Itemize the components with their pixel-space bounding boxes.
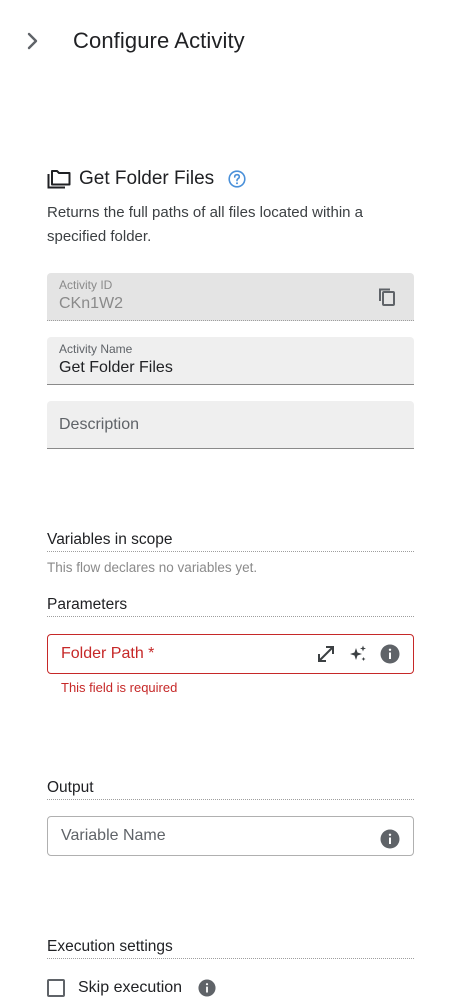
info-icon[interactable] bbox=[379, 643, 401, 665]
skip-execution-checkbox[interactable] bbox=[47, 979, 65, 997]
description-field[interactable]: Description bbox=[47, 401, 414, 449]
info-icon[interactable] bbox=[198, 978, 218, 998]
description-placeholder[interactable]: Description bbox=[59, 416, 139, 434]
folder-path-field[interactable]: Folder Path * bbox=[47, 634, 414, 674]
chevron-right-icon[interactable] bbox=[22, 30, 44, 52]
variables-hint: This flow declares no variables yet. bbox=[47, 560, 258, 575]
activity-name-value[interactable]: Get Folder Files bbox=[59, 359, 173, 377]
variable-name-field[interactable]: Variable Name bbox=[47, 816, 414, 856]
info-icon[interactable] bbox=[379, 828, 401, 850]
activity-id-field: Activity ID CKn1W2 bbox=[47, 273, 414, 321]
sparkle-icon[interactable] bbox=[347, 643, 369, 665]
activity-name-field[interactable]: Activity Name Get Folder Files bbox=[47, 337, 414, 385]
variables-section-title: Variables in scope bbox=[47, 531, 414, 552]
parameters-section-title: Parameters bbox=[47, 596, 414, 617]
activity-id-label: Activity ID bbox=[59, 278, 113, 292]
activity-title: Get Folder Files bbox=[79, 168, 215, 189]
folder-path-error: This field is required bbox=[61, 680, 178, 695]
help-circle-icon[interactable] bbox=[228, 169, 248, 189]
expand-icon[interactable] bbox=[315, 643, 337, 665]
skip-execution-row[interactable]: Skip execution bbox=[47, 976, 218, 1000]
variable-name-placeholder[interactable]: Variable Name bbox=[61, 827, 166, 845]
execution-section-title: Execution settings bbox=[47, 938, 414, 959]
copy-icon[interactable] bbox=[376, 286, 398, 308]
output-section-title: Output bbox=[47, 779, 414, 800]
folder-copy-icon bbox=[47, 167, 71, 191]
page-title: Configure Activity bbox=[73, 28, 245, 53]
activity-id-value: CKn1W2 bbox=[59, 295, 124, 312]
panel-header: Configure Activity bbox=[0, 0, 470, 84]
folder-path-label[interactable]: Folder Path * bbox=[61, 645, 154, 663]
skip-execution-label[interactable]: Skip execution bbox=[78, 979, 182, 997]
activity-name-label: Activity Name bbox=[59, 342, 133, 356]
activity-description: Returns the full paths of all files loca… bbox=[47, 204, 364, 245]
activity-header: Get Folder Files bbox=[47, 165, 248, 193]
